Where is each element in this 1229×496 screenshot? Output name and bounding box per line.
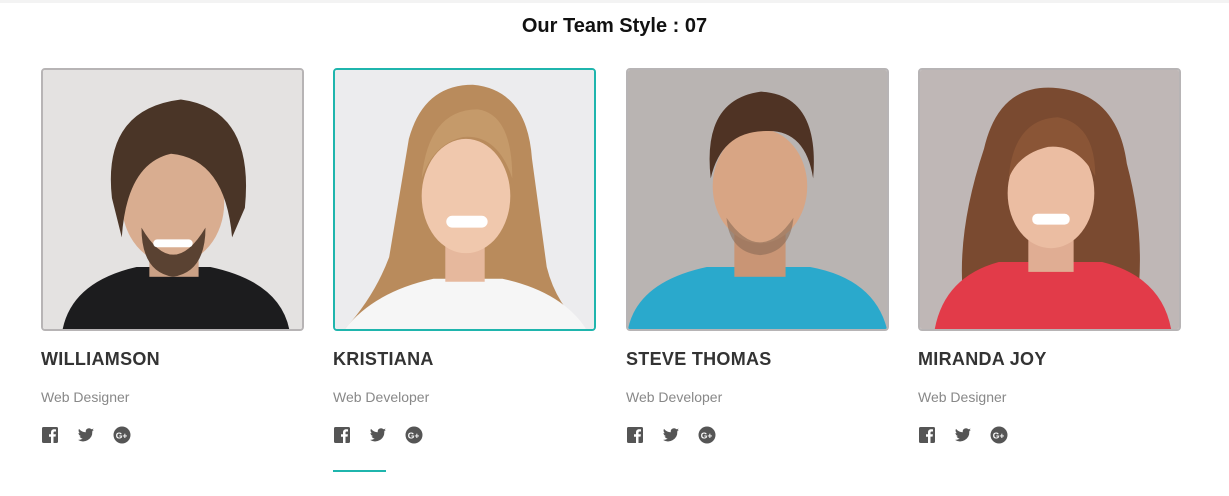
member-role: Web Designer: [918, 389, 1007, 405]
google-plus-icon[interactable]: G+: [405, 426, 423, 444]
member-role: Web Designer: [41, 389, 130, 405]
google-plus-icon[interactable]: G+: [113, 426, 131, 444]
member-photo[interactable]: [41, 68, 304, 331]
facebook-icon[interactable]: [41, 426, 59, 444]
team-card-kristiana: KRISTIANA Web Developer G+: [333, 68, 596, 472]
social-links: G+: [918, 426, 1181, 444]
svg-text:G+: G+: [993, 430, 1005, 440]
facebook-icon[interactable]: [918, 426, 936, 444]
member-photo[interactable]: [918, 68, 1181, 331]
section-heading: Our Team Style : 07: [521, 15, 708, 37]
svg-text:G+: G+: [116, 430, 128, 440]
member-name: STEVE THOMAS: [626, 349, 772, 369]
member-name: KRISTIANA: [333, 349, 434, 369]
top-divider: [0, 0, 1229, 3]
social-links: G+: [626, 426, 889, 444]
twitter-icon[interactable]: [77, 426, 95, 444]
svg-text:G+: G+: [701, 430, 713, 440]
svg-text:G+: G+: [408, 430, 420, 440]
member-role: Web Developer: [626, 389, 723, 405]
google-plus-icon[interactable]: G+: [698, 426, 716, 444]
twitter-icon[interactable]: [662, 426, 680, 444]
member-photo[interactable]: [333, 68, 596, 331]
facebook-icon[interactable]: [626, 426, 644, 444]
member-role: Web Developer: [333, 389, 430, 405]
social-links: G+: [41, 426, 304, 444]
twitter-icon[interactable]: [369, 426, 387, 444]
google-plus-icon[interactable]: G+: [990, 426, 1008, 444]
active-underline: [333, 470, 386, 472]
team-card-steve-thomas: STEVE THOMAS Web Developer G+: [626, 68, 889, 444]
member-name: MIRANDA JOY: [918, 349, 1047, 369]
twitter-icon[interactable]: [954, 426, 972, 444]
team-card-miranda-joy: MIRANDA JOY Web Designer G+: [918, 68, 1181, 444]
member-name: WILLIAMSON: [41, 349, 160, 369]
team-card-williamson: WILLIAMSON Web Designer G+: [41, 68, 304, 444]
social-links: G+: [333, 426, 596, 444]
facebook-icon[interactable]: [333, 426, 351, 444]
member-photo[interactable]: [626, 68, 889, 331]
